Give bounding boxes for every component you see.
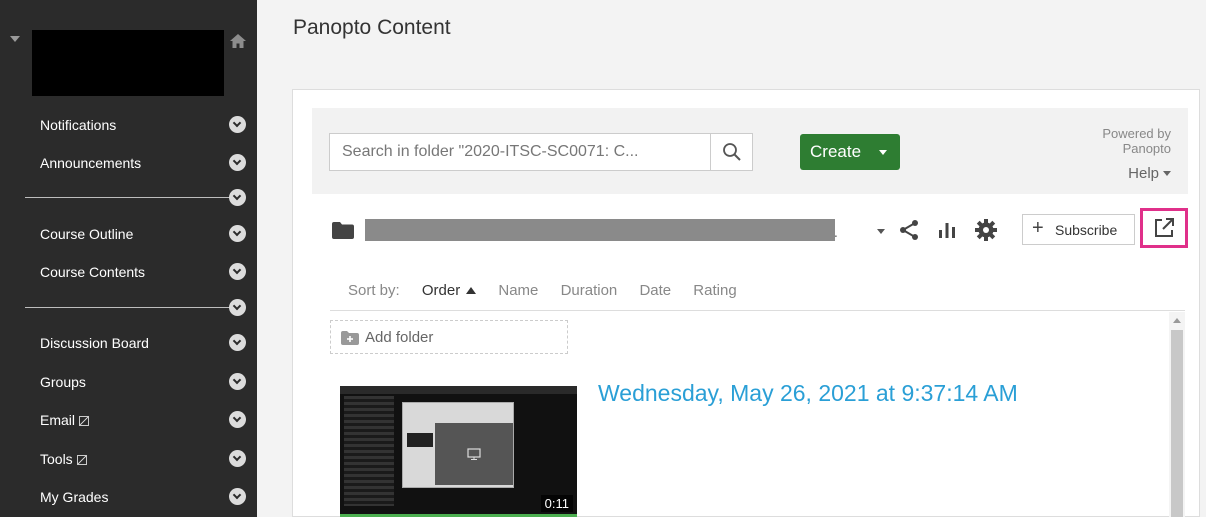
sidebar-item-course-outline[interactable]: Course Outline bbox=[0, 219, 257, 249]
course-sidebar: Notifications Announcements Course Outli… bbox=[0, 0, 257, 517]
share-icon[interactable] bbox=[897, 218, 921, 242]
subscribe-button[interactable]: + Subscribe bbox=[1022, 214, 1135, 245]
caret-down-icon bbox=[1163, 171, 1171, 176]
folder-header: . + Subscribe bbox=[332, 208, 1192, 248]
sort-option-date[interactable]: Date bbox=[639, 282, 671, 299]
sidebar-divider bbox=[25, 197, 230, 198]
external-link-icon bbox=[79, 416, 90, 426]
sort-ascending-icon bbox=[466, 287, 477, 294]
sort-bar: Sort by: Order Name Duration Date Rating bbox=[348, 282, 755, 299]
help-menu[interactable]: Help bbox=[1128, 165, 1171, 182]
home-icon[interactable] bbox=[229, 33, 247, 49]
scroll-up-icon[interactable] bbox=[1173, 318, 1181, 323]
thumbnail-window-inner bbox=[435, 423, 513, 485]
scrollbar-thumb[interactable] bbox=[1171, 330, 1183, 517]
chevron-down-icon[interactable] bbox=[229, 116, 246, 133]
main-content: Panopto Content Create Powered by Panopt… bbox=[257, 0, 1206, 517]
sort-option-duration[interactable]: Duration bbox=[561, 282, 618, 299]
sidebar-item-discussion-board[interactable]: Discussion Board bbox=[0, 328, 257, 358]
search-box bbox=[329, 133, 753, 171]
sort-option-rating[interactable]: Rating bbox=[693, 282, 736, 299]
folder-dropdown-icon[interactable] bbox=[877, 229, 885, 234]
sort-option-name[interactable]: Name bbox=[498, 282, 538, 299]
chevron-down-icon[interactable] bbox=[229, 373, 246, 390]
stats-icon[interactable] bbox=[935, 218, 959, 242]
sidebar-item-announcements[interactable]: Announcements bbox=[0, 148, 257, 178]
search-icon bbox=[723, 143, 741, 161]
plus-icon: + bbox=[1032, 217, 1044, 239]
external-link-icon bbox=[1155, 218, 1174, 237]
session-title-link[interactable]: Wednesday, May 26, 2021 at 9:37:14 AM bbox=[598, 380, 1018, 407]
chevron-down-icon[interactable] bbox=[229, 189, 246, 206]
add-folder-icon bbox=[341, 331, 359, 345]
sort-label: Sort by: bbox=[348, 282, 400, 299]
sidebar-item-label: Discussion Board bbox=[40, 335, 149, 351]
panopto-toolbar: Create Powered by Panopto Help bbox=[312, 108, 1188, 194]
powered-by-panopto[interactable]: Powered by Panopto bbox=[1102, 126, 1171, 156]
duration-badge: 0:11 bbox=[540, 495, 573, 512]
chevron-down-icon[interactable] bbox=[229, 488, 246, 505]
sidebar-item-my-grades[interactable]: My Grades bbox=[0, 482, 257, 512]
page-title: Panopto Content bbox=[293, 16, 451, 39]
list-divider bbox=[330, 310, 1185, 311]
sidebar-item-groups[interactable]: Groups bbox=[0, 367, 257, 397]
panopto-embed: Create Powered by Panopto Help . bbox=[292, 89, 1200, 517]
gear-icon[interactable] bbox=[974, 218, 998, 242]
sort-option-order[interactable]: Order bbox=[421, 282, 477, 299]
sidebar-item-notifications[interactable]: Notifications bbox=[0, 110, 257, 140]
course-name-redacted bbox=[32, 30, 224, 96]
chevron-down-icon[interactable] bbox=[229, 225, 246, 242]
sort-option-label: Order bbox=[421, 282, 461, 299]
sidebar-item-label: Course Outline bbox=[40, 226, 134, 242]
sidebar-item-label: Tools bbox=[40, 451, 73, 467]
sidebar-item-label: Email bbox=[40, 412, 76, 428]
sidebar-item-label: My Grades bbox=[40, 489, 109, 505]
sidebar-item-label: Notifications bbox=[40, 117, 117, 133]
sidebar-item-course-contents[interactable]: Course Contents bbox=[0, 257, 257, 287]
powered-by-line: Powered by bbox=[1102, 126, 1171, 141]
sidebar-item-label: Announcements bbox=[40, 155, 142, 171]
folder-icon bbox=[332, 222, 354, 239]
sidebar-item-label-wrap: Email bbox=[40, 412, 90, 428]
chevron-down-icon[interactable] bbox=[229, 299, 246, 316]
thumbnail-taskbar bbox=[340, 386, 577, 394]
add-folder-label: Add folder bbox=[365, 329, 434, 346]
folder-name-redacted bbox=[365, 219, 835, 241]
powered-by-brand: Panopto bbox=[1122, 141, 1171, 156]
monitor-icon bbox=[467, 448, 481, 460]
sidebar-item-label-wrap: Tools bbox=[40, 451, 87, 467]
create-button[interactable]: Create bbox=[800, 134, 900, 170]
chevron-down-icon[interactable] bbox=[229, 154, 246, 171]
sidebar-item-email[interactable]: Email bbox=[0, 405, 257, 435]
folder-name-suffix: . bbox=[834, 226, 838, 240]
sidebar-item-label: Course Contents bbox=[40, 264, 146, 280]
session-list: Add folder 0:11 Wednesday, May 26, 2021 … bbox=[330, 312, 1170, 517]
caret-down-icon bbox=[879, 150, 887, 155]
create-button-label: Create bbox=[810, 142, 862, 161]
session-thumbnail[interactable]: 0:11 bbox=[340, 386, 577, 517]
collapse-arrow-icon[interactable] bbox=[10, 36, 20, 42]
chevron-down-icon[interactable] bbox=[229, 334, 246, 351]
chevron-down-icon[interactable] bbox=[229, 263, 246, 280]
sidebar-item-label: Groups bbox=[40, 374, 86, 390]
chevron-down-icon[interactable] bbox=[229, 411, 246, 428]
thumbnail-code-pane bbox=[344, 396, 394, 506]
help-label: Help bbox=[1128, 165, 1159, 182]
external-link-icon bbox=[76, 455, 87, 465]
add-folder-button[interactable]: Add folder bbox=[330, 320, 568, 354]
open-in-panopto-button[interactable] bbox=[1140, 208, 1188, 248]
thumbnail-window-block bbox=[407, 433, 433, 447]
sidebar-divider bbox=[25, 307, 230, 308]
search-input[interactable] bbox=[330, 134, 712, 170]
sidebar-item-tools[interactable]: Tools bbox=[0, 444, 257, 474]
subscribe-label: Subscribe bbox=[1055, 222, 1118, 238]
chevron-down-icon[interactable] bbox=[229, 450, 246, 467]
thumbnail-window bbox=[402, 402, 514, 488]
search-button[interactable] bbox=[710, 134, 752, 170]
scrollbar[interactable] bbox=[1169, 312, 1185, 517]
